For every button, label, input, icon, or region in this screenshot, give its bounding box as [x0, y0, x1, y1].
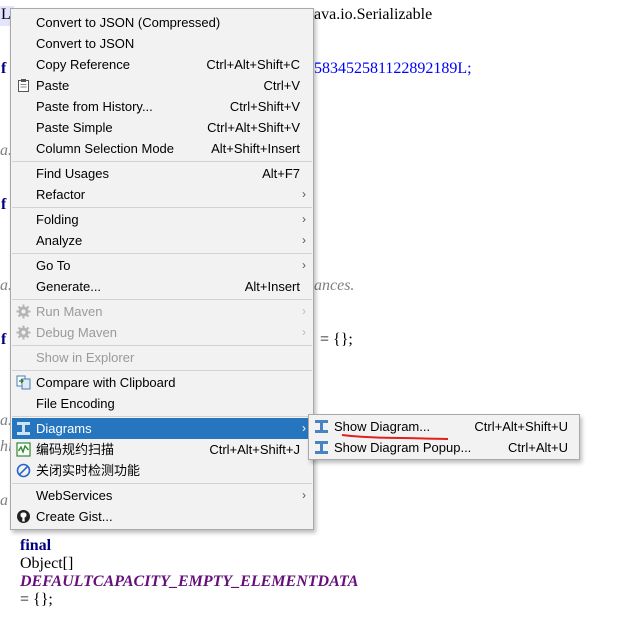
annotation-underline — [341, 434, 449, 440]
constant-name: DEFAULTCAPACITY_EMPTY_ELEMENTDATA — [20, 573, 359, 590]
type-object-array: Object[] — [20, 555, 74, 572]
menu-item-label: Generate... — [36, 279, 102, 294]
menu-item-shortcut: Alt+F7 — [262, 166, 300, 181]
menu-item-label: WebServices — [36, 488, 113, 503]
menu-item-diagrams[interactable]: Diagrams › — [12, 418, 312, 439]
code-line-1-tail: ava.io.Serializable — [314, 6, 433, 23]
chevron-right-icon: › — [302, 258, 306, 272]
menu-item-label: Compare with Clipboard — [36, 375, 176, 390]
menu-item-shortcut: Ctrl+V — [263, 78, 300, 93]
menu-separator — [12, 345, 312, 346]
menu-item-convert-json-compressed[interactable]: Convert to JSON (Compressed) — [12, 12, 312, 33]
menu-item-convert-json[interactable]: Convert to JSON — [12, 33, 312, 54]
menu-item-label: Find Usages — [36, 166, 109, 181]
menu-item-shortcut: Ctrl+Alt+Shift+V — [207, 120, 300, 135]
menu-item-shortcut: Alt+Shift+Insert — [211, 141, 300, 156]
menu-item-webservices[interactable]: WebServices › — [12, 485, 312, 506]
menu-item-label: Show in Explorer — [36, 350, 135, 365]
menu-item-column-selection-mode[interactable]: Column Selection Mode Alt+Shift+Insert — [12, 138, 312, 159]
menu-item-shortcut: Ctrl+Shift+V — [229, 99, 300, 114]
menu-item-copy-reference[interactable]: Copy Reference Ctrl+Alt+Shift+C — [12, 54, 312, 75]
menu-item-label: Convert to JSON — [36, 36, 135, 51]
code-line-2-tail: 583452581122892189L; — [314, 60, 472, 77]
menu-item-label: Paste from History... — [36, 99, 153, 114]
menu-item-label: Go To — [36, 258, 71, 273]
menu-item-paste[interactable]: Paste Ctrl+V — [12, 75, 312, 96]
menu-item-label: Refactor — [36, 187, 86, 202]
chevron-right-icon: › — [302, 233, 306, 247]
scan-icon — [16, 442, 31, 457]
menu-item-label: Convert to JSON (Compressed) — [36, 15, 221, 30]
chevron-right-icon: › — [302, 488, 306, 502]
chevron-right-icon: › — [302, 304, 306, 318]
diagram-icon — [314, 419, 329, 434]
diagram-icon — [16, 421, 31, 436]
menu-item-label: 编码规约扫描 — [36, 442, 115, 457]
menu-separator — [12, 483, 312, 484]
menu-item-run-maven[interactable]: Run Maven › — [12, 301, 312, 322]
menu-item-shortcut: Ctrl+Alt+Shift+J — [209, 442, 300, 457]
chevron-right-icon: › — [302, 325, 306, 339]
menu-item-shortcut: Alt+Insert — [244, 279, 300, 294]
code-line-last: final Object[] DEFAULTCAPACITY_EMPTY_ELE… — [4, 519, 358, 627]
menu-separator — [12, 161, 312, 162]
maven-gear-icon — [16, 325, 31, 340]
menu-item-create-gist[interactable]: Create Gist... — [12, 506, 312, 527]
maven-gear-icon — [16, 304, 31, 319]
menu-item-label: Column Selection Mode — [36, 141, 175, 156]
clipboard-icon — [16, 78, 31, 93]
menu-item-go-to[interactable]: Go To › — [12, 255, 312, 276]
editor-context-menu: Convert to JSON (Compressed) Convert to … — [10, 8, 314, 530]
menu-item-disable-realtime-check[interactable]: 关闭实时检测功能 — [12, 460, 312, 481]
menu-item-file-encoding[interactable]: File Encoding — [12, 393, 312, 414]
menu-item-analyze[interactable]: Analyze › — [12, 230, 312, 251]
chevron-right-icon: › — [302, 421, 306, 435]
menu-item-folding[interactable]: Folding › — [12, 209, 312, 230]
menu-item-label: Analyze — [36, 233, 83, 248]
menu-item-label: Run Maven — [36, 304, 103, 319]
code-line-9-prefix: a — [0, 492, 8, 509]
menu-item-generate[interactable]: Generate... Alt+Insert — [12, 276, 312, 297]
code-line-6-prefix: f — [1, 331, 7, 348]
code-line-5-tail: ances. — [314, 277, 355, 294]
menu-item-compare-with-clipboard[interactable]: Compare with Clipboard — [12, 372, 312, 393]
disable-icon — [16, 463, 31, 478]
menu-separator — [12, 370, 312, 371]
menu-item-label: File Encoding — [36, 396, 115, 411]
menu-item-label: Create Gist... — [36, 509, 113, 524]
menu-item-label: Folding — [36, 212, 79, 227]
submenu-item-shortcut: Ctrl+Alt+U — [508, 440, 568, 455]
chevron-right-icon: › — [302, 187, 306, 201]
chevron-right-icon: › — [302, 212, 306, 226]
menu-item-label: Copy Reference — [36, 57, 130, 72]
menu-item-paste-from-history[interactable]: Paste from History... Ctrl+Shift+V — [12, 96, 312, 117]
diagram-icon — [314, 440, 329, 455]
code-line-2-prefix: f — [1, 60, 7, 77]
menu-item-label: Debug Maven — [36, 325, 117, 340]
compare-icon — [16, 375, 31, 390]
assignment-tail: = {}; — [20, 591, 53, 608]
github-icon — [16, 509, 31, 524]
menu-separator — [12, 299, 312, 300]
keyword-final: final — [20, 537, 52, 554]
menu-item-shortcut: Ctrl+Alt+Shift+C — [206, 57, 300, 72]
menu-item-label: Diagrams — [36, 421, 92, 436]
menu-separator — [12, 253, 312, 254]
menu-item-find-usages[interactable]: Find Usages Alt+F7 — [12, 163, 312, 184]
code-line-4-prefix: f — [1, 196, 7, 213]
menu-item-paste-simple[interactable]: Paste Simple Ctrl+Alt+Shift+V — [12, 117, 312, 138]
menu-item-label: 关闭实时检测功能 — [36, 463, 141, 478]
menu-item-p3c-scan[interactable]: 编码规约扫描 Ctrl+Alt+Shift+J — [12, 439, 312, 460]
menu-separator — [12, 416, 312, 417]
menu-item-debug-maven[interactable]: Debug Maven › — [12, 322, 312, 343]
menu-item-label: Paste — [36, 78, 70, 93]
code-line-6-tail: = {}; — [320, 331, 353, 348]
submenu-item-shortcut: Ctrl+Alt+Shift+U — [474, 419, 568, 434]
menu-item-show-in-explorer[interactable]: Show in Explorer — [12, 347, 312, 368]
menu-item-label: Paste Simple — [36, 120, 113, 135]
menu-item-refactor[interactable]: Refactor › — [12, 184, 312, 205]
menu-separator — [12, 207, 312, 208]
